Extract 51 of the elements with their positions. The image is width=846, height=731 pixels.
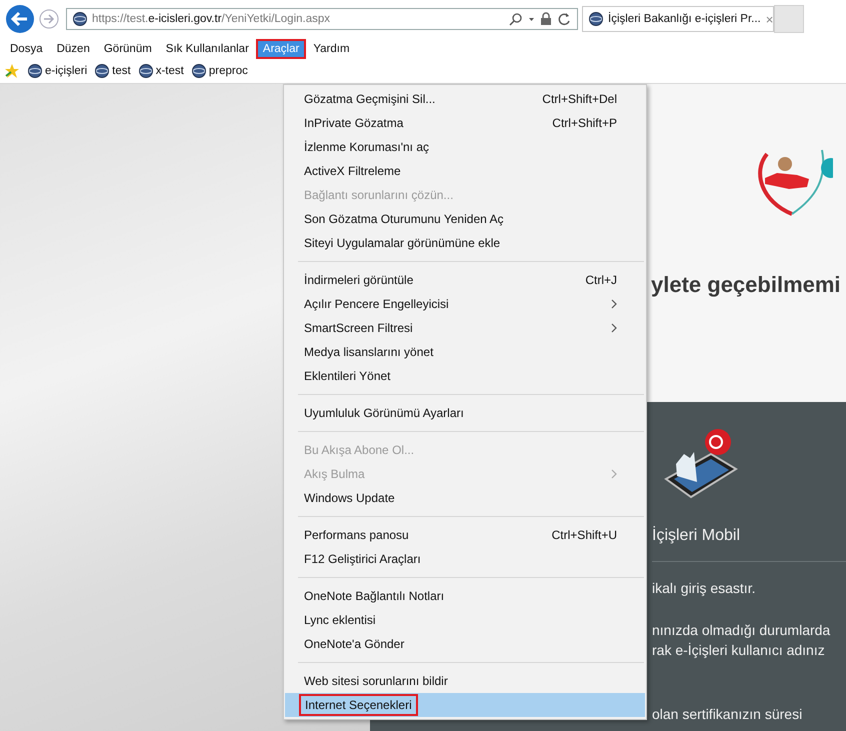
menu-item[interactable]: F12 Geliştirici Araçları	[285, 547, 645, 571]
back-icon[interactable]	[5, 4, 35, 34]
globe-icon	[95, 64, 110, 78]
body-text: olan sertifikanızın süresi	[652, 706, 802, 722]
menu-item[interactable]: Düzen	[50, 39, 97, 59]
body-text: ikalı giriş esastır.	[652, 580, 756, 596]
url-text: https://test.e-icisleri.gov.tr/YeniYetki/Login.aspx	[92, 13, 330, 25]
menu-item[interactable]: InPrivate Gözatma Ctrl+Shift+P	[285, 111, 645, 135]
menu-item[interactable]: Medya lisanslarını yönet	[285, 340, 645, 364]
globe-icon	[192, 64, 206, 78]
menu-item[interactable]: Görünüm	[96, 39, 159, 59]
favorite-link[interactable]: test	[95, 64, 131, 78]
tab-title: İçişleri Bakanlığı e-içişleri Pr...	[608, 13, 761, 25]
close-button[interactable]: ×	[766, 12, 774, 26]
menu-item[interactable]: Eklentileri Yönet	[285, 364, 645, 388]
menu-item[interactable]: Gözatma Geçmişini Sil... Ctrl+Shift+Del	[285, 87, 645, 111]
favorite-link[interactable]: e-içişleri	[28, 64, 88, 78]
menu-item[interactable]: Yardım	[306, 39, 357, 59]
menu-item[interactable]: ActiveX Filtreleme	[285, 159, 645, 183]
menu-item[interactable]: Windows Update	[285, 486, 645, 510]
favorite-link[interactable]: x-test	[138, 64, 184, 78]
globe-icon	[28, 64, 42, 78]
menu-item[interactable]: Son Gözatma Oturumunu Yeniden Aç	[285, 207, 645, 231]
menu-item[interactable]: Performans panosu Ctrl+Shift+U	[285, 523, 645, 547]
menu-item[interactable]: OneNote Bağlantılı Notları	[285, 584, 645, 608]
address-bar[interactable]: https://test.e-icisleri.gov.tr/YeniYetki/Login.aspx	[66, 8, 578, 30]
globe-icon	[138, 64, 153, 78]
menu-item[interactable]: İzlenme Koruması'nı aç	[285, 135, 645, 159]
menu-item[interactable]: Internet Seçenekleri	[285, 693, 645, 717]
globe-icon	[589, 12, 603, 26]
menu-item[interactable]: Sık Kullanılanlar	[158, 39, 256, 59]
menu-item[interactable]: Siteyi Uygulamalar görünümüne ekle	[285, 231, 645, 255]
search-icon[interactable]	[509, 12, 523, 26]
browser-tab[interactable]: İçişleri Bakanlığı e-içişleri Pr... ×	[582, 6, 774, 32]
menu-item[interactable]: Uyumluluk Görünümü Ayarları	[285, 401, 645, 425]
section-title: İçişleri Mobil	[652, 527, 740, 545]
star-icon[interactable]	[4, 63, 20, 79]
favorite-link[interactable]: preproc	[192, 64, 248, 78]
menu-item[interactable]: Açılır Pencere Engelleyicisi	[285, 292, 645, 316]
menu-item[interactable]: OneNote'a Gönder	[285, 632, 645, 656]
headline: ylete geçebilmemi	[651, 272, 841, 298]
lock-icon	[540, 12, 552, 26]
menu-item[interactable]: Dosya	[3, 39, 50, 59]
refresh-icon[interactable]	[557, 12, 571, 26]
menu-item[interactable]: Web sitesi sorunlarını bildir	[285, 669, 645, 693]
menu-item[interactable]: SmartScreen Filtresi	[285, 316, 645, 340]
menu-item[interactable]: İndirmeleri görüntüle Ctrl+J	[285, 268, 645, 292]
globe-icon	[73, 12, 87, 26]
body-text: nınızda olmadığı durumlarda	[652, 622, 830, 638]
menu-item[interactable]: Lync eklentisi	[285, 608, 645, 632]
body-text: rak e-İçişleri kullanıcı adınız	[652, 642, 825, 658]
